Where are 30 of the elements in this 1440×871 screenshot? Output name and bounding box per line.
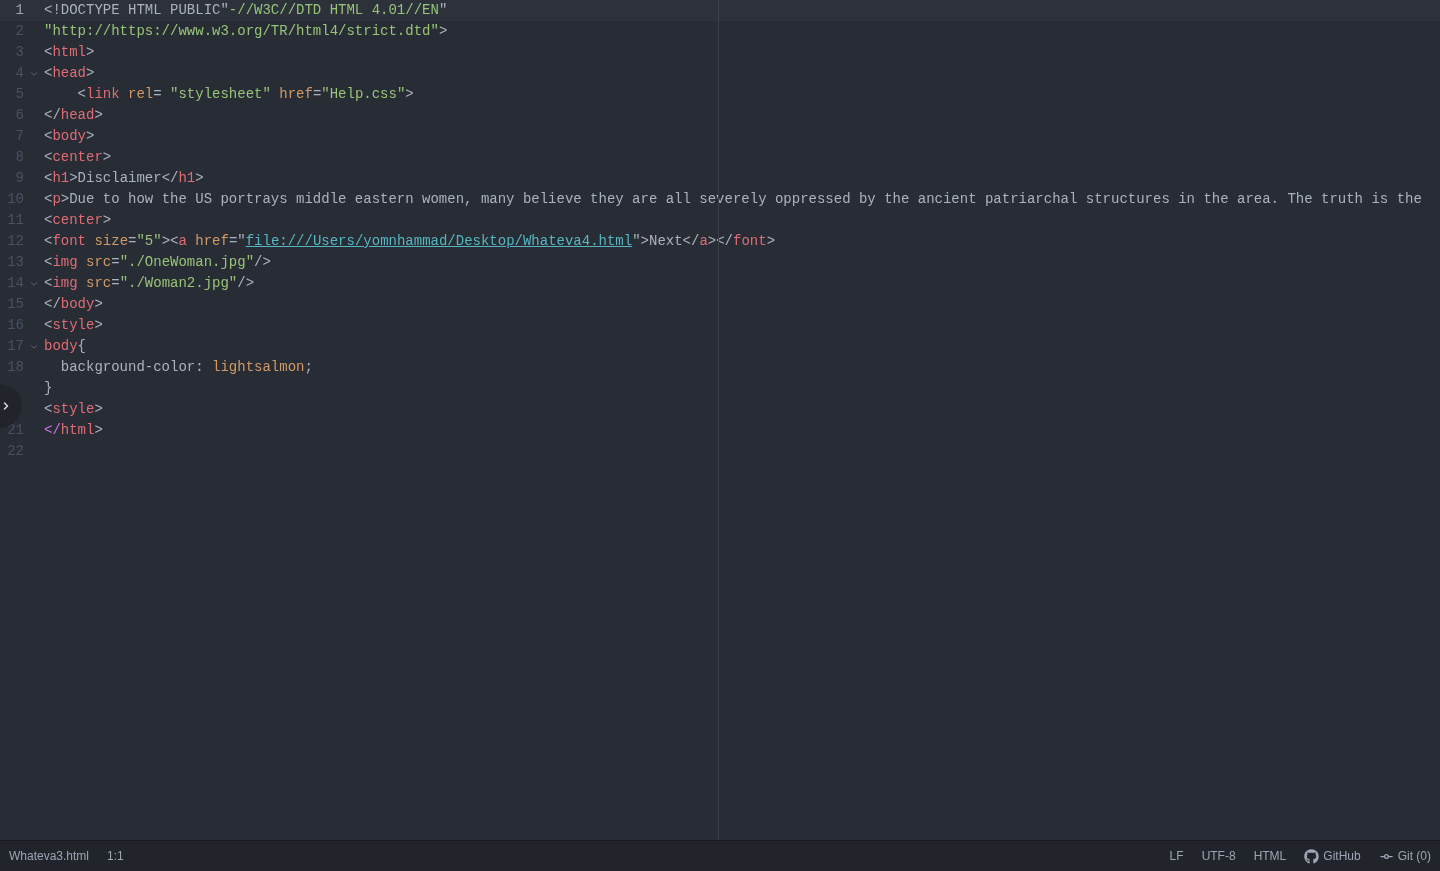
code-line: body{: [44, 337, 86, 356]
code-line: <h1>Disclaimer</h1>: [44, 169, 204, 188]
code-line: <p>Due to how the US portrays middle eastern women, many believe they are all severely oppressed by the ancient patriarchal structures in the area. The truth is the: [44, 190, 1422, 209]
code-line: background-color: lightsalmon;: [59, 358, 313, 377]
code-line: <body>: [44, 127, 95, 146]
code-line: <font size="5"><a href="file:///Users/yomnhammad/Desktop/Whateva4.html">Next</a></font>: [44, 232, 776, 251]
status-item[interactable]: Git (0): [1397, 847, 1431, 865]
code-line: <html>: [44, 43, 95, 62]
status-item[interactable]: GitHub: [1323, 847, 1361, 865]
code-line: <style>: [44, 316, 103, 335]
status-item[interactable]: 1:1: [107, 847, 124, 865]
code-line: "http://https://www.w3.org/TR/html4/strict.dtd">: [44, 22, 448, 41]
code-line: <img src="./Woman2.jpg"/>: [44, 274, 255, 293]
status-item[interactable]: LF: [1169, 847, 1184, 865]
code-line: <style>: [44, 400, 103, 419]
code-line: </html>: [44, 421, 103, 440]
status-item[interactable]: Whateva3.html: [9, 847, 90, 865]
code-line: <link rel= "stylesheet" href="Help.css">: [76, 85, 414, 104]
code-line: <center>: [44, 148, 112, 167]
code-line: <img src="./OneWoman.jpg"/>: [44, 253, 271, 272]
code-line: </body>: [44, 295, 103, 314]
status-item[interactable]: HTML: [1253, 847, 1287, 865]
code-line: }: [44, 379, 53, 398]
code-line: <center>: [44, 211, 112, 230]
code-line: <head>: [44, 64, 95, 83]
status-item[interactable]: UTF-8: [1201, 847, 1236, 865]
code-line: <!DOCTYPE HTML PUBLIC"-//W3C//DTD HTML 4.01//EN": [44, 1, 448, 20]
code-line: </head>: [44, 106, 103, 125]
github-icon: [1304, 848, 1320, 864]
line-number: 1: [15, 1, 24, 20]
